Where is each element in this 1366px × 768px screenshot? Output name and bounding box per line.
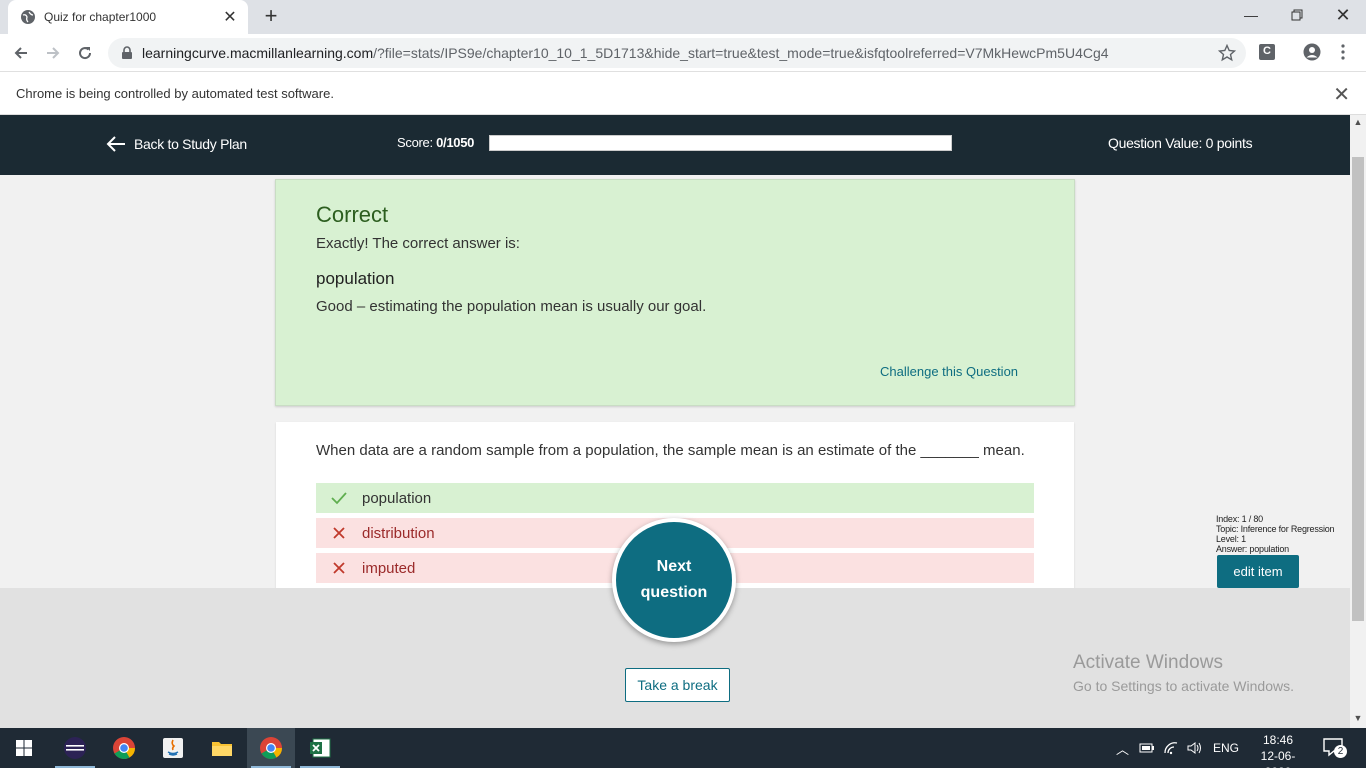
activate-windows-watermark: Activate Windows Go to Settings to activ… bbox=[1073, 652, 1294, 694]
restore-icon bbox=[1291, 9, 1303, 21]
correct-answer: population bbox=[316, 269, 395, 288]
browser-tab[interactable]: Quiz for chapter1000 ✕ bbox=[8, 0, 248, 34]
taskbar-file-explorer[interactable] bbox=[198, 728, 246, 768]
arrow-left-icon bbox=[106, 136, 125, 152]
edit-item-button[interactable]: edit item bbox=[1217, 555, 1299, 588]
scrollbar-thumb[interactable] bbox=[1352, 157, 1364, 621]
url-path: /?file=stats/IPS9e/chapter10_10_1_5D1713… bbox=[373, 45, 1109, 61]
taskbar-chrome[interactable] bbox=[100, 728, 148, 768]
choice-label: distribution bbox=[362, 524, 435, 542]
taskbar-java[interactable] bbox=[149, 728, 197, 768]
extension-letter: C bbox=[1263, 45, 1271, 57]
file-explorer-icon bbox=[212, 742, 232, 756]
feedback-panel: Correct Exactly! The correct answer is: … bbox=[275, 179, 1075, 406]
excel-icon bbox=[310, 738, 331, 758]
notification-count: 2 bbox=[1334, 745, 1347, 758]
volume-icon[interactable] bbox=[1187, 741, 1203, 755]
url-text: learningcurve.macmillanlearning.com/?fil… bbox=[142, 45, 1109, 61]
feedback-status: Correct bbox=[316, 202, 389, 227]
profile-button[interactable] bbox=[1303, 43, 1321, 61]
item-level: Level: 1 bbox=[1216, 534, 1246, 544]
more-vertical-icon bbox=[1341, 44, 1345, 60]
extension-button[interactable]: C bbox=[1258, 43, 1276, 61]
score-label: Score: bbox=[397, 135, 433, 150]
scroll-up-icon[interactable]: ▲ bbox=[1353, 117, 1363, 127]
back-to-study-plan-link[interactable]: Back to Study Plan bbox=[106, 135, 247, 153]
new-tab-button[interactable]: + bbox=[258, 4, 284, 30]
java-icon bbox=[163, 738, 183, 758]
item-topic: Topic: Inference for Regression bbox=[1216, 524, 1335, 534]
arrow-right-icon bbox=[47, 47, 60, 59]
take-a-break-button[interactable]: Take a break bbox=[625, 668, 730, 702]
chrome-icon bbox=[260, 737, 282, 759]
feedback-intro: Exactly! The correct answer is: bbox=[316, 235, 520, 252]
item-index: Index: 1 / 80 bbox=[1216, 514, 1263, 524]
question-value: Question Value: 0 points bbox=[1108, 135, 1253, 151]
watermark-title: Activate Windows bbox=[1073, 652, 1223, 673]
restore-button[interactable] bbox=[1274, 0, 1320, 30]
score-value: 0/1050 bbox=[436, 135, 475, 150]
reload-button[interactable] bbox=[72, 40, 98, 66]
start-button[interactable] bbox=[0, 728, 48, 768]
show-hidden-icons-icon[interactable]: ︿ bbox=[1116, 739, 1129, 758]
chrome-icon bbox=[113, 737, 135, 759]
next-question-button[interactable]: Next question bbox=[612, 518, 736, 642]
forward-nav-button[interactable] bbox=[40, 40, 66, 66]
question-text: When data are a random sample from a pop… bbox=[316, 442, 1025, 459]
next-label-line2: question bbox=[640, 584, 708, 601]
clock-date: 12-06-2020 bbox=[1260, 749, 1296, 768]
battery-icon[interactable] bbox=[1139, 742, 1155, 754]
system-clock[interactable]: 18:46 12-06-2020 bbox=[1250, 732, 1306, 768]
infobar-close-icon[interactable]: ✕ bbox=[1333, 82, 1350, 107]
infobar-message: Chrome is being controlled by automated … bbox=[16, 86, 334, 101]
minimize-button[interactable]: — bbox=[1228, 0, 1274, 30]
url-host: learningcurve.macmillanlearning.com bbox=[142, 45, 374, 61]
taskbar-eclipse[interactable] bbox=[51, 728, 99, 768]
checkmark-icon bbox=[316, 491, 362, 505]
chrome-menu-button[interactable] bbox=[1334, 43, 1352, 61]
taskbar-excel[interactable] bbox=[296, 728, 344, 768]
back-nav-button[interactable] bbox=[8, 40, 34, 66]
language-indicator[interactable]: ENG bbox=[1213, 741, 1239, 755]
item-metadata: Index: 1 / 80 Topic: Inference for Regre… bbox=[1216, 514, 1335, 554]
windows-taskbar: ︿ ENG 18:46 12-06-2020 2 bbox=[0, 728, 1366, 768]
challenge-question-link[interactable]: Challenge this Question bbox=[880, 364, 1018, 379]
bookmark-star-icon[interactable] bbox=[1218, 44, 1236, 62]
browser-toolbar: learningcurve.macmillanlearning.com/?fil… bbox=[0, 34, 1366, 72]
reload-icon bbox=[79, 47, 92, 60]
wifi-icon[interactable] bbox=[1163, 741, 1179, 755]
scroll-down-icon[interactable]: ▼ bbox=[1353, 713, 1363, 723]
page-scrollbar[interactable]: ▲ ▼ bbox=[1350, 115, 1366, 728]
choice-label: population bbox=[362, 489, 432, 507]
lock-icon bbox=[122, 46, 132, 59]
taskbar-chrome-active[interactable] bbox=[247, 728, 295, 768]
address-bar[interactable]: learningcurve.macmillanlearning.com/?fil… bbox=[108, 38, 1246, 68]
score-progress-bar bbox=[489, 135, 952, 151]
cross-icon bbox=[316, 526, 362, 540]
eclipse-icon bbox=[64, 737, 86, 759]
profile-icon bbox=[1303, 43, 1321, 61]
tab-close-icon[interactable]: ✕ bbox=[222, 7, 238, 27]
item-answer: Answer: population bbox=[1216, 544, 1289, 554]
close-window-button[interactable]: ✕ bbox=[1320, 0, 1366, 30]
quiz-header: Back to Study Plan Score: 0/1050 Questio… bbox=[0, 115, 1350, 175]
choice-item[interactable]: population bbox=[316, 483, 1034, 513]
back-label: Back to Study Plan bbox=[134, 136, 247, 152]
score-display: Score: 0/1050 bbox=[397, 135, 474, 150]
action-center-button[interactable]: 2 bbox=[1322, 736, 1347, 760]
windows-logo-icon bbox=[16, 740, 32, 756]
feedback-explanation: Good – estimating the population mean is… bbox=[316, 298, 707, 315]
browser-tabstrip: Quiz for chapter1000 ✕ + — ✕ bbox=[0, 0, 1366, 34]
system-tray: ︿ ENG bbox=[1116, 728, 1239, 768]
automation-infobar: Chrome is being controlled by automated … bbox=[0, 72, 1366, 115]
next-label-line1: Next bbox=[656, 558, 692, 575]
choice-label: imputed bbox=[362, 559, 416, 577]
arrow-left-icon bbox=[14, 47, 27, 59]
clock-time: 18:46 bbox=[1262, 733, 1294, 747]
cross-icon bbox=[316, 561, 362, 575]
tab-title: Quiz for chapter1000 bbox=[44, 10, 157, 24]
watermark-subtitle: Go to Settings to activate Windows. bbox=[1073, 678, 1294, 694]
globe-icon bbox=[20, 9, 36, 25]
